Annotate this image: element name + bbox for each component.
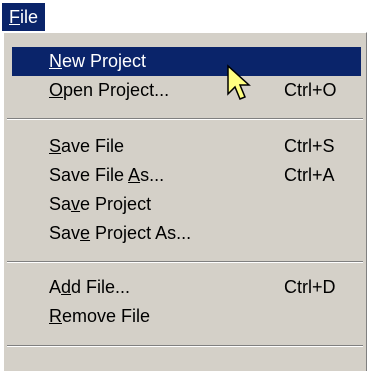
menu-item-remove-file[interactable]: Remove File [12,302,361,331]
file-label-rest: ile [20,7,39,27]
menu-item-shortcut: Ctrl+S [284,136,335,156]
menu-item-label: Save File [49,136,125,156]
file-menu-dropdown: New Project Open Project... Ctrl+O Save … [3,32,367,371]
menu-separator [7,261,363,263]
menu-item-shortcut: Ctrl+D [284,277,336,297]
menu-item-label: New Project [49,51,147,71]
menu-item-save-file[interactable]: Save File Ctrl+S [12,132,361,161]
file-mnemonic: F [9,7,20,27]
screen: File New Project Open Project... Ctrl+O … [0,0,367,371]
menu-item-label: Remove File [49,306,151,326]
menu-item-shortcut: Ctrl+A [284,165,335,185]
menu-separator [7,345,363,347]
menu-item-label: Save Project [49,194,152,214]
menu-item-save-project-as[interactable]: Save Project As... [12,219,361,248]
mouse-pointer-icon [227,64,251,100]
menu-item-add-file[interactable]: Add File... Ctrl+D [12,273,361,302]
menubar-file[interactable]: File [2,3,46,31]
menu-item-label: Save Project As... [49,223,192,243]
menu-item-shortcut: Ctrl+O [284,80,337,100]
menu-item-new-project[interactable]: New Project [12,47,361,76]
menu-separator [7,118,363,120]
menu-item-label: Save File As... [49,165,165,185]
menu-item-label: Open Project... [49,80,170,100]
menu-item-save-project[interactable]: Save Project [12,190,361,219]
menu-item-open-project[interactable]: Open Project... Ctrl+O [12,76,361,105]
menu-item-save-file-as[interactable]: Save File As... Ctrl+A [12,161,361,190]
menu-item-label: Add File... [49,277,131,297]
